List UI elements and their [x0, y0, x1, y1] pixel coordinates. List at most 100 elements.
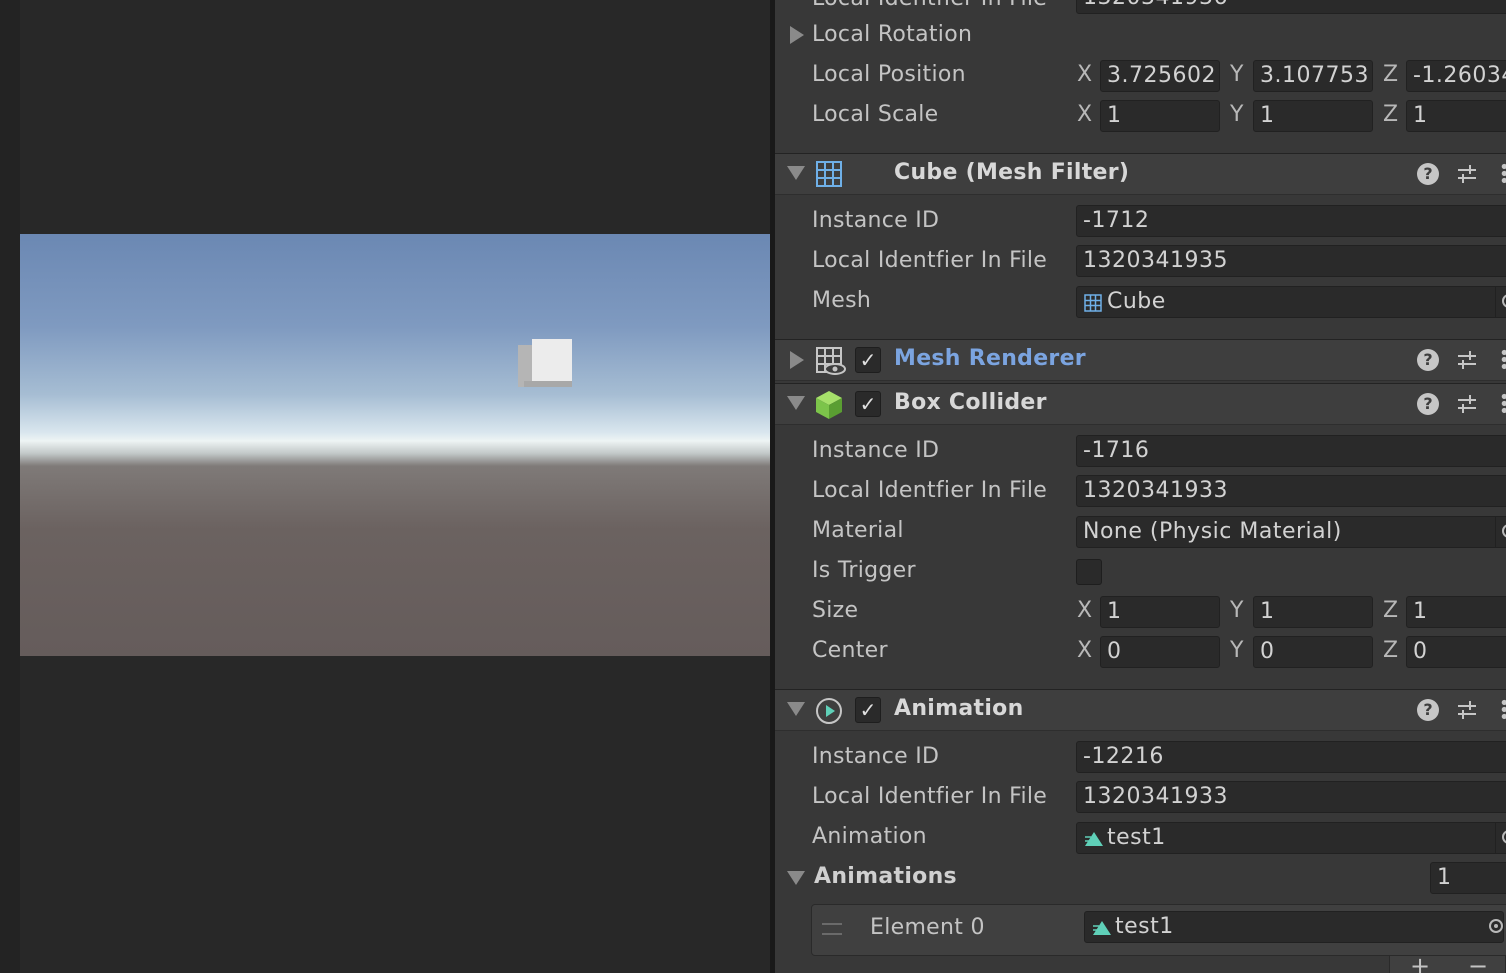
mesh-renderer-header[interactable]: ✓ Mesh Renderer ? ••• — [775, 339, 1506, 381]
animation-header[interactable]: ✓ Animation ? ••• — [775, 689, 1506, 731]
mesh-filter-instance-id-field[interactable]: -1712 — [1076, 205, 1506, 237]
animation-clip-value: test1 — [1107, 825, 1166, 850]
mesh-filter-foldout-icon[interactable] — [787, 166, 805, 180]
mesh-value: Cube — [1107, 289, 1166, 314]
animation-clip-field[interactable]: test1 — [1076, 822, 1506, 854]
box-collider-cube-icon — [816, 391, 842, 419]
animation-instance-id-field[interactable]: -12216 — [1076, 741, 1506, 773]
preset-sliders-icon[interactable] — [1456, 699, 1478, 721]
mesh-object-field[interactable]: Cube — [1076, 286, 1506, 318]
local-scale-y-field[interactable]: 1 — [1253, 100, 1373, 132]
mesh-label: Mesh — [812, 288, 872, 313]
size-x-field[interactable]: 1 — [1100, 596, 1220, 628]
component-menu-icon[interactable]: ••• — [1499, 159, 1506, 191]
box-collider-foldout-icon[interactable] — [787, 396, 805, 410]
animation-enabled-checkbox[interactable]: ✓ — [855, 697, 881, 723]
material-label: Material — [812, 518, 904, 543]
size-y-field[interactable]: 1 — [1253, 596, 1373, 628]
animations-foldout-icon[interactable] — [787, 871, 805, 885]
mesh-renderer-foldout-icon[interactable] — [790, 351, 804, 369]
mesh-grid-small-icon — [1084, 294, 1102, 312]
mesh-renderer-title: Mesh Renderer — [894, 346, 1086, 371]
size-z-axis-label[interactable]: Z — [1383, 598, 1398, 623]
size-x-axis-label[interactable]: X — [1077, 598, 1092, 623]
animation-title: Animation — [894, 696, 1024, 721]
box-collider-header[interactable]: ✓ Box Collider ? ••• — [775, 383, 1506, 425]
preset-sliders-icon[interactable] — [1456, 393, 1478, 415]
scale-x-axis-label[interactable]: X — [1077, 102, 1092, 127]
animation-local-id-label: Local Identfier In File — [812, 784, 1048, 809]
local-position-x-field[interactable]: 3.725602 — [1100, 60, 1220, 92]
cube-bottom-face — [524, 381, 572, 387]
size-z-field[interactable]: 1 — [1406, 596, 1506, 628]
preset-sliders-icon[interactable] — [1456, 163, 1478, 185]
preset-sliders-icon[interactable] — [1456, 349, 1478, 371]
local-scale-z-field[interactable]: 1 — [1406, 100, 1506, 132]
help-icon[interactable]: ? — [1417, 349, 1439, 371]
remove-element-button[interactable]: − — [1468, 952, 1488, 973]
transform-local-id-field[interactable]: 1320341936 — [1076, 0, 1506, 14]
is-trigger-label: Is Trigger — [812, 558, 916, 583]
box-collider-local-id-label: Local Identfier In File — [812, 478, 1048, 503]
position-y-axis-label[interactable]: Y — [1230, 62, 1243, 87]
local-rotation-label[interactable]: Local Rotation — [812, 22, 972, 47]
center-y-field[interactable]: 0 — [1253, 636, 1373, 668]
material-object-field[interactable]: None (Physic Material) — [1076, 516, 1506, 548]
play-circle-icon — [816, 698, 842, 724]
mesh-renderer-icon — [816, 347, 846, 375]
center-z-field[interactable]: 0 — [1406, 636, 1506, 668]
animations-label[interactable]: Animations — [814, 864, 957, 889]
component-menu-icon[interactable]: ••• — [1499, 695, 1506, 727]
position-x-axis-label[interactable]: X — [1077, 62, 1092, 87]
animation-instance-id-label: Instance ID — [812, 744, 940, 769]
scale-z-axis-label[interactable]: Z — [1383, 102, 1398, 127]
help-icon[interactable]: ? — [1417, 393, 1439, 415]
component-menu-icon[interactable]: ••• — [1499, 345, 1506, 377]
box-collider-instance-id-field[interactable]: -1716 — [1076, 435, 1506, 467]
mesh-filter-title: Cube (Mesh Filter) — [894, 160, 1130, 185]
drag-handle-icon[interactable] — [822, 923, 842, 935]
component-menu-icon[interactable]: ••• — [1499, 389, 1506, 421]
animations-count-field[interactable]: 1 — [1430, 862, 1506, 894]
object-picker-icon — [1502, 830, 1506, 844]
object-picker-button[interactable] — [1495, 517, 1506, 547]
animation-local-id-field[interactable]: 1320341933 — [1076, 781, 1506, 813]
element-0-label: Element 0 — [870, 915, 985, 940]
animation-clip-label: Animation — [812, 824, 927, 849]
help-icon[interactable]: ? — [1417, 163, 1439, 185]
local-scale-label: Local Scale — [812, 102, 939, 127]
mesh-filter-header[interactable]: Cube (Mesh Filter) ? ••• — [775, 153, 1506, 195]
element-0-field[interactable]: test1 — [1084, 911, 1504, 943]
help-icon[interactable]: ? — [1417, 699, 1439, 721]
animations-list: Element 0 test1 — [811, 904, 1506, 956]
is-trigger-checkbox[interactable] — [1076, 559, 1102, 585]
center-x-axis-label[interactable]: X — [1077, 638, 1092, 663]
game-view-render[interactable] — [20, 234, 770, 656]
animation-foldout-icon[interactable] — [787, 702, 805, 716]
box-collider-enabled-checkbox[interactable]: ✓ — [855, 391, 881, 417]
object-picker-icon — [1502, 524, 1506, 538]
position-z-axis-label[interactable]: Z — [1383, 62, 1398, 87]
add-element-button[interactable]: + — [1410, 952, 1430, 973]
size-y-axis-label[interactable]: Y — [1230, 598, 1243, 623]
local-position-label: Local Position — [812, 62, 966, 87]
mesh-renderer-enabled-checkbox[interactable]: ✓ — [855, 347, 881, 373]
transform-local-id-label: Local Identfier In File — [812, 0, 1047, 11]
local-rotation-foldout-icon[interactable] — [790, 26, 804, 44]
object-picker-button[interactable] — [1495, 823, 1506, 853]
local-position-z-field[interactable]: -1.26034 — [1406, 60, 1506, 92]
mesh-grid-icon — [816, 161, 842, 187]
local-scale-x-field[interactable]: 1 — [1100, 100, 1220, 132]
size-label: Size — [812, 598, 859, 623]
center-y-axis-label[interactable]: Y — [1230, 638, 1243, 663]
center-x-field[interactable]: 0 — [1100, 636, 1220, 668]
center-z-axis-label[interactable]: Z — [1383, 638, 1398, 663]
local-position-y-field[interactable]: 3.107753 — [1253, 60, 1373, 92]
mesh-filter-instance-id-label: Instance ID — [812, 208, 940, 233]
object-picker-button[interactable] — [1483, 912, 1503, 942]
mesh-filter-local-id-field[interactable]: 1320341935 — [1076, 245, 1506, 277]
scale-y-axis-label[interactable]: Y — [1230, 102, 1243, 127]
box-collider-local-id-field[interactable]: 1320341933 — [1076, 475, 1506, 507]
object-picker-icon — [1489, 919, 1503, 933]
object-picker-button[interactable] — [1495, 287, 1506, 317]
